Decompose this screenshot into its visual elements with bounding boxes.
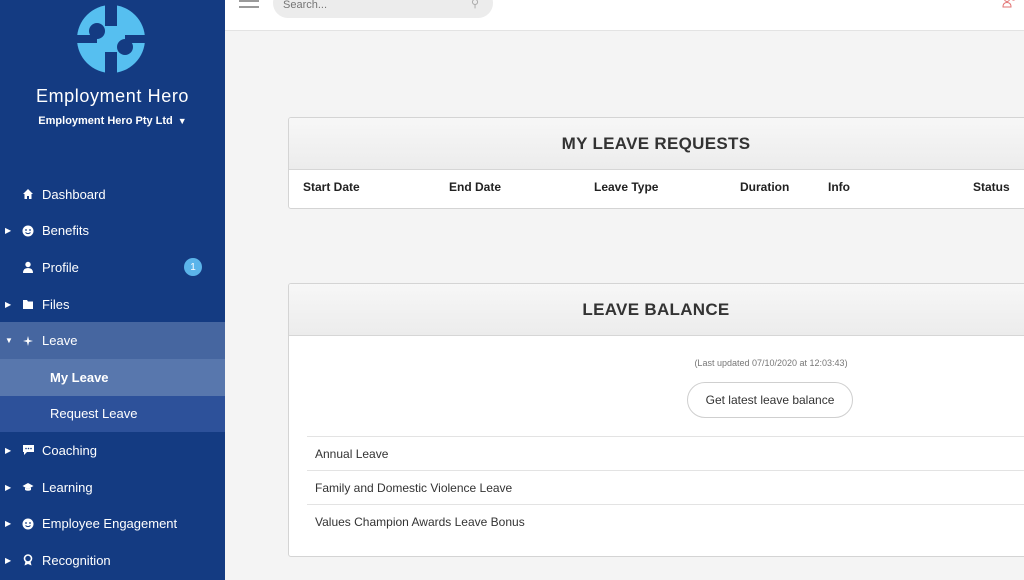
award-icon (21, 553, 35, 567)
expand-arrow-icon[interactable]: ▶ (5, 519, 11, 528)
smiley-icon (21, 517, 35, 531)
employment-hero-logo-icon[interactable] (75, 4, 147, 74)
sidebar-item-employee-engagement[interactable]: ▶ Employee Engagement (0, 505, 225, 542)
list-item: Annual Leave (307, 436, 1024, 470)
leave-balance-card: LEAVE BALANCE (Last updated 07/10/2020 a… (288, 283, 1024, 557)
brand-name: Employment Hero (35, 86, 190, 106)
last-updated-text: (Last updated 07/10/2020 at 12:03:43) (694, 358, 848, 368)
table-header-row: Start Date End Date Leave Type Duration … (289, 170, 1024, 208)
column-header[interactable]: End Date (449, 180, 501, 194)
company-selector[interactable]: Employment Hero Pty Ltd ▼ (0, 115, 225, 127)
sidebar-item-label: Leave (42, 333, 78, 349)
sidebar-item-dashboard[interactable]: Dashboard (0, 176, 225, 213)
expand-arrow-icon[interactable]: ▶ (5, 300, 11, 309)
expand-arrow-icon[interactable]: ▶ (5, 226, 11, 235)
list-item: Values Champion Awards Leave Bonus (307, 504, 1024, 538)
sidebar-item-learning[interactable]: ▶ Learning (0, 469, 225, 506)
sidebar-item-label: Files (42, 296, 70, 312)
column-header[interactable]: Status (973, 180, 1010, 194)
sidebar-subitem-my-leave[interactable]: My Leave (0, 358, 225, 396)
leave-requests-card: MY LEAVE REQUESTS Start Date End Date Le… (288, 117, 1024, 209)
expand-arrow-icon[interactable]: ▶ (5, 483, 11, 492)
menu-toggle-icon[interactable] (239, 0, 259, 10)
sidebar-item-label: Request Leave (50, 406, 138, 422)
get-latest-balance-button[interactable]: Get latest leave balance (687, 382, 853, 418)
card-title: MY LEAVE REQUESTS (561, 133, 751, 153)
sidebar-item-label: Recognition (42, 552, 111, 568)
notification-badge: 1 (184, 258, 202, 277)
sidebar-item-label: Dashboard (42, 186, 106, 202)
home-icon (21, 187, 35, 201)
sidebar-item-files[interactable]: ▶ Files (0, 286, 225, 323)
sidebar-item-label: Benefits (42, 223, 89, 239)
user-alert-icon[interactable] (1002, 0, 1016, 10)
plane-icon (21, 334, 35, 348)
person-icon (21, 260, 35, 274)
expand-arrow-icon[interactable]: ▶ (5, 446, 11, 455)
collapse-arrow-icon[interactable]: ▼ (5, 336, 13, 345)
column-header[interactable]: Duration (740, 180, 789, 194)
expand-arrow-icon[interactable]: ▶ (5, 556, 11, 565)
column-header[interactable]: Leave Type (594, 180, 658, 194)
sidebar-item-label: My Leave (50, 369, 109, 385)
list-item: Family and Domestic Violence Leave (307, 470, 1024, 504)
search-input[interactable] (283, 0, 453, 11)
column-header[interactable]: Info (828, 180, 850, 194)
folder-icon (21, 297, 35, 311)
company-name: Employment Hero Pty Ltd (38, 115, 173, 127)
sidebar-item-profile[interactable]: Profile 1 (0, 249, 225, 286)
search-icon[interactable]: ⚲ (471, 0, 479, 10)
sidebar-item-coaching[interactable]: ▶ Coaching (0, 432, 225, 469)
smiley-icon (21, 224, 35, 238)
card-title: LEAVE BALANCE (582, 299, 730, 319)
sidebar-item-leave[interactable]: ▼ Leave (0, 322, 225, 359)
graduation-cap-icon (21, 480, 35, 494)
sidebar-item-label: Employee Engagement (42, 516, 178, 532)
sidebar: Employment Hero Employment Hero Pty Ltd ▼… (0, 0, 225, 580)
top-bar: ⚲ (225, 0, 1024, 31)
card-header: MY LEAVE REQUESTS (289, 118, 1024, 170)
sidebar-item-label: Coaching (42, 442, 97, 458)
sidebar-item-label: Profile (42, 259, 79, 275)
sidebar-item-benefits[interactable]: ▶ Benefits (0, 213, 225, 250)
sidebar-subitem-request-leave[interactable]: Request Leave (0, 395, 225, 433)
sidebar-item-recognition[interactable]: ▶ Recognition (0, 542, 225, 579)
chat-icon (21, 443, 35, 457)
caret-down-icon: ▼ (177, 116, 187, 126)
sidebar-item-label: Learning (42, 479, 93, 495)
sidebar-nav: Dashboard ▶ Benefits Profile 1 ▶ Files ▼ (0, 176, 225, 579)
column-header[interactable]: Start Date (303, 180, 360, 194)
search-box[interactable]: ⚲ (273, 0, 493, 18)
card-header: LEAVE BALANCE (289, 284, 1024, 336)
